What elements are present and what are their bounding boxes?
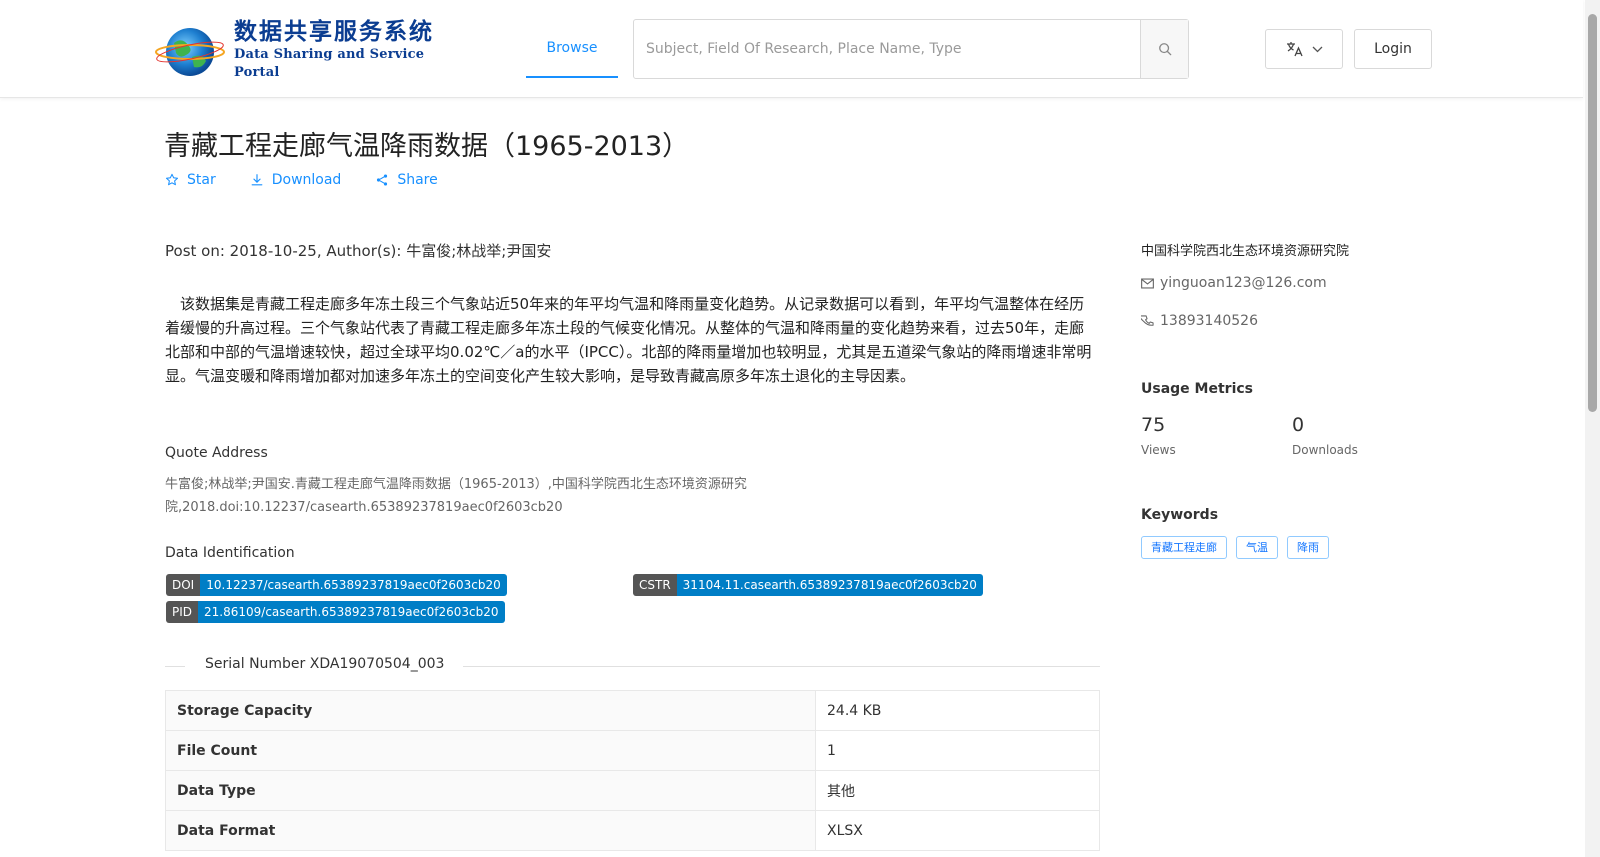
doi-value: 10.12237/casearth.65389237819aec0f2603cb… [200,574,507,596]
dataset-description: 该数据集是青藏工程走廊多年冻土段三个气象站近50年来的年平均气温和降雨量变化趋势… [165,295,1092,385]
doi-badge[interactable]: DOI 10.12237/casearth.65389237819aec0f26… [166,574,507,596]
pid-value: 21.86109/casearth.65389237819aec0f2603cb… [198,601,505,623]
pid-key: PID [166,601,199,623]
post-info: Post on: 2018-10-25, Author(s): 牛富俊;林战举;… [165,242,552,260]
views-count: 75 [1141,414,1166,436]
downloads-label: Downloads [1292,443,1358,457]
divider-line-right [463,666,1100,667]
meta-key: File Count [165,730,816,771]
page-scrollbar-thumb[interactable] [1588,14,1597,412]
share-button[interactable]: Share [375,172,438,188]
downloads-count: 0 [1292,414,1305,436]
translate-icon [1286,42,1303,57]
share-label: Share [397,172,438,188]
dataset-actions: Star Download Share [165,172,438,188]
email-text: yinguoan123@126.com [1160,275,1327,291]
metadata-table: Storage Capacity 24.4 KB File Count 1 Da… [165,690,1100,851]
keyword-tag[interactable]: 气温 [1236,536,1278,559]
table-row: Data Format XLSX [165,810,1100,851]
meta-key: Data Type [165,770,816,811]
cstr-badge[interactable]: CSTR 31104.11.casearth.65389237819aec0f2… [633,574,983,596]
meta-value: 其他 [815,770,1100,811]
views-label: Views [1141,443,1176,457]
cstr-key: CSTR [633,574,677,596]
search-input[interactable] [634,20,1140,78]
keyword-list: 青藏工程走廊 气温 降雨 [1141,536,1329,559]
doi-key: DOI [166,574,201,596]
quote-text: 牛富俊;林战举;尹国安.青藏工程走廊气温降雨数据（1965-2013）,中国科学… [165,477,747,515]
language-dropdown[interactable] [1265,29,1343,69]
divider-line-left [165,666,185,667]
nav-browse-tab[interactable]: Browse [526,28,618,78]
phone-icon [1141,314,1154,326]
star-icon [165,173,179,186]
download-label: Download [271,172,342,188]
star-button[interactable]: Star [165,172,216,188]
dataset-title: 青藏工程走廊气温降雨数据（1965-2013） [164,131,690,162]
globe-logo-icon [152,21,228,79]
identification-heading: Data Identification [165,545,295,561]
login-button[interactable]: Login [1354,29,1432,69]
table-row: File Count 1 [165,730,1100,771]
table-row: Data Type 其他 [165,770,1100,811]
download-icon [251,174,263,186]
star-label: Star [187,172,216,188]
serial-number: Serial Number XDA19070504_003 [205,656,445,672]
chevron-down-icon [1312,46,1322,52]
download-button[interactable]: Download [250,172,342,188]
site-logo[interactable]: 数据共享服务系统 Data Sharing and Service Portal [152,19,442,80]
quote-heading: Quote Address [165,445,268,461]
logo-title-en: Data Sharing and Service Portal [234,47,425,80]
site-header: 数据共享服务系统 Data Sharing and Service Portal… [0,0,1583,98]
contact-email[interactable]: yinguoan123@126.com [1141,275,1327,291]
usage-metrics-heading: Usage Metrics [1141,381,1253,397]
contact-phone: 13893140526 [1141,313,1258,329]
organization-name: 中国科学院西北生态环境资源研究院 [1141,244,1350,259]
search-icon [1158,43,1171,56]
meta-value: 24.4 KB [815,690,1100,731]
keyword-tag[interactable]: 青藏工程走廊 [1141,536,1227,559]
search-button[interactable] [1140,20,1188,78]
cstr-value: 31104.11.casearth.65389237819aec0f2603cb… [676,574,983,596]
keyword-tag[interactable]: 降雨 [1287,536,1329,559]
keywords-heading: Keywords [1141,507,1219,523]
meta-value: XLSX [815,810,1100,851]
mail-icon [1141,277,1154,289]
logo-title-cn: 数据共享服务系统 [234,19,434,45]
search-bar [633,19,1189,79]
table-row: Storage Capacity 24.4 KB [165,690,1100,731]
phone-text: 13893140526 [1160,313,1258,329]
share-icon [377,174,388,186]
serial-divider: Serial Number XDA19070504_003 [165,656,1100,676]
meta-key: Data Format [165,810,816,851]
meta-key: Storage Capacity [165,690,816,731]
meta-value: 1 [815,730,1100,771]
pid-badge[interactable]: PID 21.86109/casearth.65389237819aec0f26… [166,601,505,623]
